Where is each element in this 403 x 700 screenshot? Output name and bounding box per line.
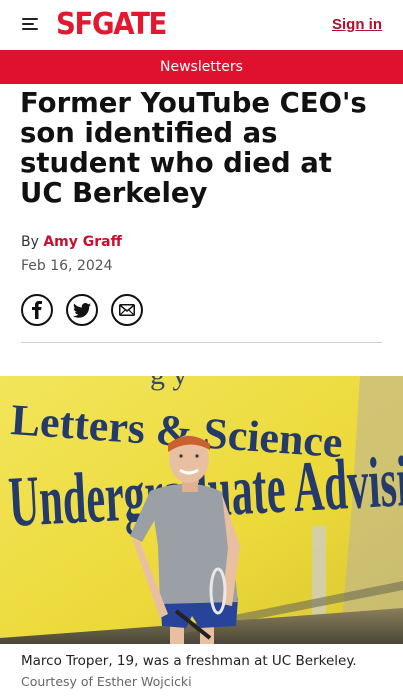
site-header: SFGATE Sign in [0, 0, 403, 50]
newsletters-button[interactable]: Newsletters [0, 50, 403, 84]
byline: By Amy Graff [21, 234, 122, 250]
photo-credit: Courtesy of Esther Wojcicki [21, 674, 192, 689]
sign-in-link[interactable]: Sign in [332, 16, 382, 33]
article-headline: Former YouTube CEO's son identified as s… [20, 88, 390, 208]
sfgate-logo[interactable]: SFGATE [56, 7, 167, 42]
article-photo: g y Letters & Science Undergraduate Advi… [0, 376, 403, 644]
email-share-button[interactable] [111, 294, 143, 326]
headline-line: son identified as [20, 117, 278, 149]
twitter-icon [73, 302, 91, 318]
author-link[interactable]: Amy Graff [43, 234, 122, 250]
hamburger-menu-icon[interactable] [22, 18, 40, 32]
byline-prefix: By [21, 234, 39, 250]
section-divider [21, 342, 382, 343]
twitter-share-button[interactable] [66, 294, 98, 326]
facebook-icon [32, 301, 42, 319]
facebook-share-button[interactable] [21, 294, 53, 326]
headline-line: Former YouTube CEO's [20, 87, 367, 119]
headline-line: student who died at [20, 147, 332, 179]
newsletters-label: Newsletters [160, 59, 243, 75]
publish-date: Feb 16, 2024 [21, 258, 113, 274]
email-icon [119, 304, 135, 316]
photo-caption: Marco Troper, 19, was a freshman at UC B… [21, 653, 357, 669]
headline-line: UC Berkeley [20, 177, 208, 209]
svg-text:g y: g y [150, 376, 188, 391]
